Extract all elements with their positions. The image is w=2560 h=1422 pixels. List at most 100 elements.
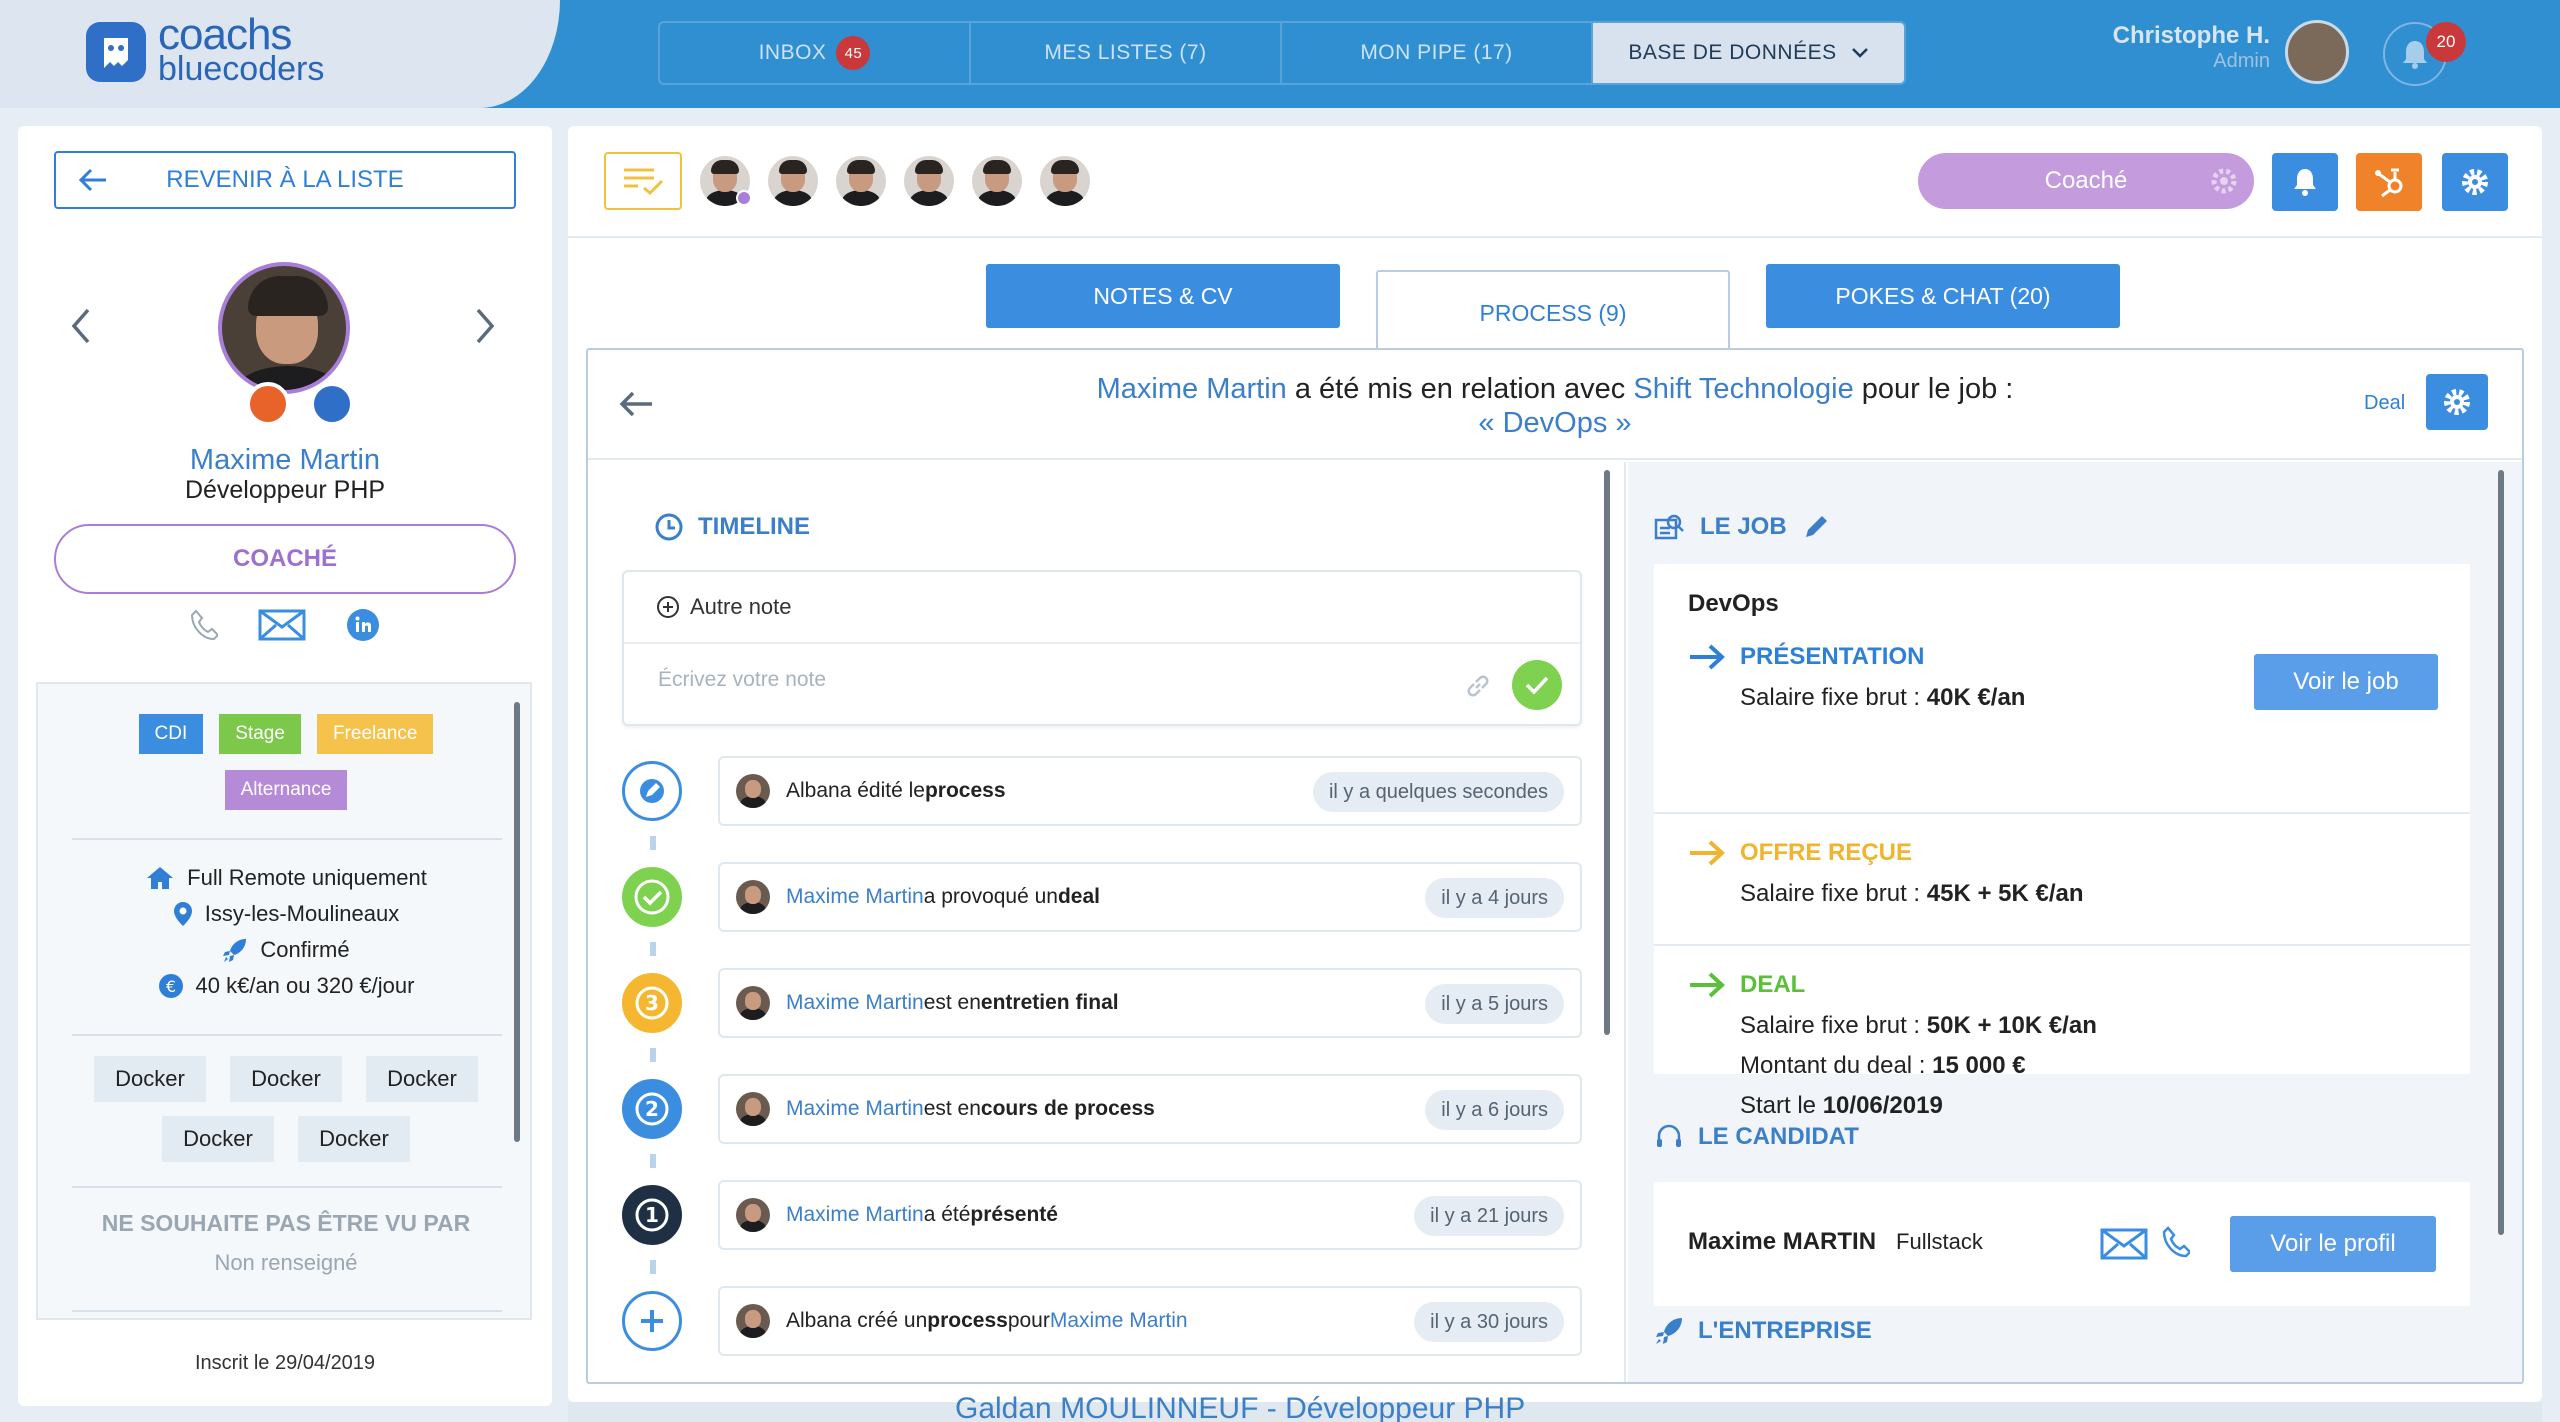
underlying-list-item[interactable]: Galdan MOULINNEUF - Développeur PHP [955, 1392, 1525, 1422]
profile-name[interactable]: Maxime Martin [18, 444, 552, 477]
timeline-scrollbar[interactable] [1604, 470, 1610, 1035]
job-details-scrollbar[interactable] [2498, 470, 2504, 1235]
user-info[interactable]: Christophe H. Admin [2060, 22, 2270, 73]
timeline-event-card[interactable]: Maxime Martin est en entretien final il … [718, 968, 1582, 1038]
divider [72, 1186, 502, 1188]
event-actor-link[interactable]: Maxime Martin [786, 885, 924, 909]
job-listing-icon [1654, 514, 1684, 540]
other-note-selector[interactable]: Autre note [624, 572, 1580, 644]
hubspot-button[interactable] [2356, 153, 2422, 211]
nav-tab-inbox[interactable]: INBOX 45 [660, 23, 971, 83]
offer-title: OFFRE REÇUE [1688, 838, 1912, 868]
info-location: Issy-les-Moulineaux [38, 896, 530, 932]
nav-tab-label: MES LISTES (7) [1044, 41, 1207, 64]
coache-status-button[interactable]: Coaché [1918, 153, 2254, 209]
notifications-count-badge: 20 [2426, 22, 2466, 62]
timeline-event-card[interactable]: Maxime Martin a été présenté il y a 21 j… [718, 1180, 1582, 1250]
email-icon[interactable] [2100, 1228, 2148, 1260]
view-job-button[interactable]: Voir le job [2254, 654, 2438, 710]
event-actor-link[interactable]: Maxime Martin [786, 1097, 924, 1121]
event-keyword: process [927, 1309, 1008, 1332]
timeline-event: Alban a créé un process pour Maxime Mart… [588, 1286, 1612, 1356]
job-link[interactable]: « DevOps » [1478, 407, 1631, 439]
deal-salary: Salaire fixe brut : 50K + 10K €/an [1740, 1006, 2097, 1046]
avatar [736, 1092, 770, 1126]
phone-icon[interactable] [190, 609, 218, 641]
email-icon[interactable] [258, 609, 306, 641]
company-link[interactable]: Shift Technologie [1633, 373, 1853, 405]
linkedin-icon[interactable] [346, 608, 380, 642]
gear-icon[interactable] [2210, 167, 2238, 195]
avatar [736, 1304, 770, 1338]
salary-value: 50K + 10K €/an [1926, 1012, 2097, 1039]
link-icon[interactable] [1464, 672, 1492, 705]
coach-status-pill[interactable]: COACHÉ [54, 524, 516, 594]
amount-value: 15 000 € [1932, 1052, 2026, 1079]
event-time-badge: il y a 5 jours [1425, 984, 1564, 1024]
timeline-title-text: TIMELINE [698, 513, 810, 540]
profile-scrollbar[interactable] [514, 702, 520, 1142]
gear-icon [2462, 169, 2488, 195]
back-to-list-button[interactable]: REVENIR À LA LISTE [54, 151, 516, 209]
team-member-avatar[interactable] [1040, 156, 1090, 206]
tab-process[interactable]: PROCESS (9) [1376, 270, 1730, 354]
company-section-title: L'ENTREPRISE [1654, 1316, 1872, 1346]
user-avatar[interactable] [2285, 20, 2349, 84]
team-member-avatar[interactable] [836, 156, 886, 206]
view-profile-button[interactable]: Voir le profil [2230, 1216, 2436, 1272]
nav-tab-label: BASE DE DONNÉES [1628, 41, 1837, 64]
nav-tab-database[interactable]: BASE DE DONNÉES [1593, 23, 1904, 83]
event-keyword: process [924, 779, 1006, 802]
note-input[interactable]: Écrivez votre note [658, 668, 826, 692]
phone-icon[interactable] [2162, 1226, 2190, 1260]
timeline-event-card[interactable]: Maxime Martin a provoqué un deal il y a … [718, 862, 1582, 932]
headline-text: pour le job : [1853, 373, 2014, 405]
team-member-avatar[interactable] [972, 156, 1022, 206]
team-member-avatar[interactable] [904, 156, 954, 206]
event-actor-link[interactable]: Maxime Martin [786, 1203, 924, 1227]
previous-profile-chevron-icon[interactable] [68, 306, 92, 356]
arrow-right-icon [1690, 972, 1725, 998]
home-icon [147, 867, 174, 889]
info-remote-text: Full Remote uniquement [187, 865, 427, 890]
job-section-title-text: LE JOB [1700, 513, 1787, 540]
nav-tab-lists[interactable]: MES LISTES (7) [971, 23, 1282, 83]
pencil-edit-icon[interactable] [1801, 512, 1831, 542]
timeline-connector [650, 1048, 656, 1062]
tab-pokes-chat[interactable]: POKES & CHAT (20) [1766, 264, 2120, 328]
checklist-icon [624, 168, 664, 196]
rocket-icon [1656, 1318, 1682, 1344]
salary-value: 45K + 5K €/an [1926, 880, 2084, 907]
process-headline: Maxime Martin a été mis en relation avec… [588, 372, 2522, 440]
event-keyword: deal [1057, 885, 1101, 908]
settings-button[interactable] [2442, 153, 2508, 211]
location-pin-icon [173, 902, 192, 926]
logo[interactable]: coachs bluecoders [86, 13, 324, 86]
tasks-button[interactable] [604, 152, 682, 210]
profile-avatar [218, 262, 350, 394]
tab-notes-cv[interactable]: NOTES & CV [986, 264, 1340, 328]
timeline-event-card[interactable]: Maxime Martin est en cours de process il… [718, 1074, 1582, 1144]
info-location-text: Issy-les-Moulineaux [204, 901, 400, 926]
candidate-link[interactable]: Maxime Martin [1097, 373, 1287, 405]
team-member-avatar[interactable] [768, 156, 818, 206]
process-settings-button[interactable] [2426, 374, 2488, 430]
divider [72, 838, 502, 840]
timeline-event-card[interactable]: Alban a créé un process pour Maxime Mart… [718, 1286, 1582, 1356]
info-remote: Full Remote uniquement [38, 860, 530, 896]
job-card: DevOps PRÉSENTATION Salaire fixe brut : … [1654, 564, 2470, 1119]
nav-tab-pipe[interactable]: MON PIPE (17) [1282, 23, 1593, 83]
event-actor-link[interactable]: Maxime Martin [786, 991, 924, 1015]
alert-button[interactable] [2272, 153, 2338, 211]
timeline-event-card[interactable]: Alban a édité le process il y a quelques… [718, 756, 1582, 826]
event-text: a édité le [839, 779, 925, 802]
candidate-type: Fullstack [1896, 1229, 1983, 1254]
next-profile-chevron-icon[interactable] [474, 306, 498, 356]
candidate-section-title: LE CANDIDAT [1654, 1122, 1859, 1152]
submit-note-button[interactable] [1512, 660, 1562, 710]
candidate-summary: Maxime MARTIN Fullstack [1688, 1228, 1983, 1256]
event-candidate-link[interactable]: Maxime Martin [1050, 1309, 1188, 1333]
timeline-connector [650, 1260, 656, 1274]
timeline-connector [650, 942, 656, 956]
profile-info-box: CDI Stage Freelance Alternance Full Remo… [36, 682, 532, 1320]
